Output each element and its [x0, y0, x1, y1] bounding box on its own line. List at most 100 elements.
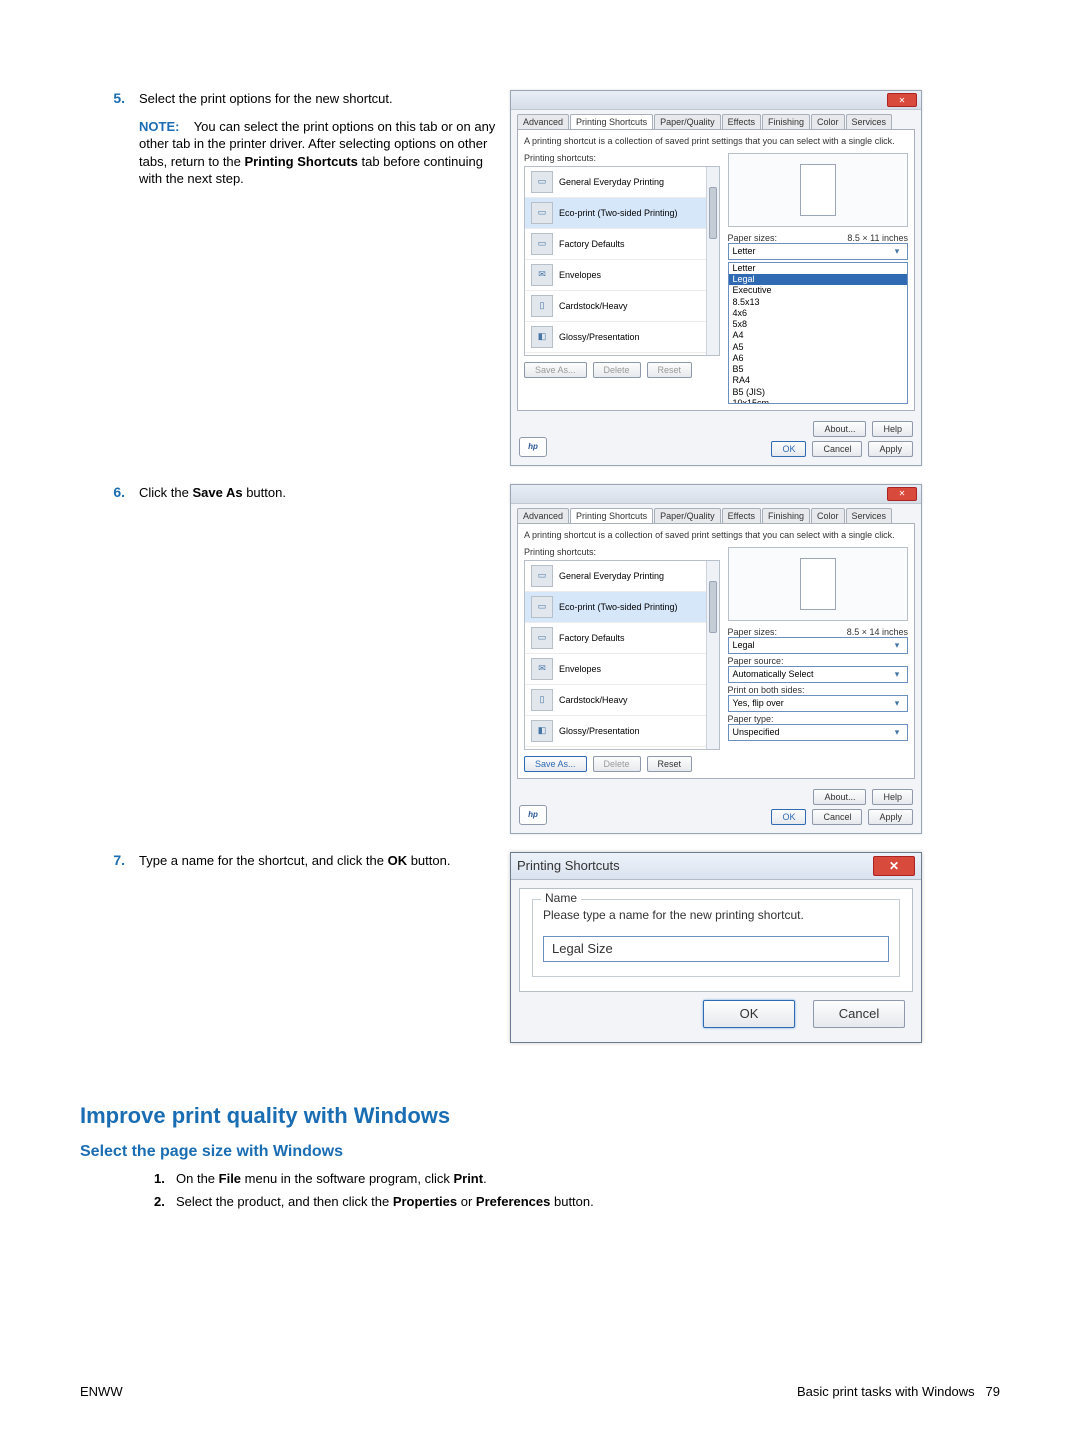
list-item[interactable]: ▭Factory Defaults: [525, 623, 719, 654]
list-item: 2. Select the product, and then click th…: [154, 1194, 1000, 1209]
close-icon[interactable]: ✕: [873, 856, 915, 876]
reset-button[interactable]: Reset: [647, 362, 693, 378]
ok-button[interactable]: OK: [703, 1000, 795, 1028]
dialog-tabs: Advanced Printing Shortcuts Paper/Qualit…: [511, 110, 921, 129]
scrollbar[interactable]: [706, 167, 719, 355]
step-number: 5.: [80, 90, 139, 188]
list-item[interactable]: ✉Envelopes: [525, 260, 719, 291]
tab-printing-shortcuts[interactable]: Printing Shortcuts: [570, 508, 653, 523]
reset-button[interactable]: Reset: [647, 756, 693, 772]
shortcut-list[interactable]: ▭General Everyday Printing ▭Eco-print (T…: [524, 560, 720, 750]
both-sides-combo[interactable]: Yes, flip over▾: [728, 695, 908, 712]
tab-effects[interactable]: Effects: [722, 508, 761, 523]
chevron-down-icon: ▾: [891, 669, 903, 680]
cancel-button[interactable]: Cancel: [813, 1000, 905, 1028]
shortcut-icon: ▯: [531, 295, 553, 317]
paper-source-label: Paper source:: [728, 656, 908, 666]
printer-properties-dialog: ✕ Advanced Printing Shortcuts Paper/Qual…: [510, 484, 922, 834]
paper-source-combo[interactable]: Automatically Select▾: [728, 666, 908, 683]
list-item[interactable]: ▯Cardstock/Heavy: [525, 291, 719, 322]
page-preview: [728, 547, 908, 621]
note-label: NOTE:: [139, 119, 179, 134]
tab-services[interactable]: Services: [846, 508, 893, 523]
save-as-button[interactable]: Save As...: [524, 362, 587, 378]
tab-paper-quality[interactable]: Paper/Quality: [654, 114, 721, 129]
dialog-title: Printing Shortcuts: [517, 858, 620, 873]
paper-type-label: Paper type:: [728, 714, 908, 724]
list-item[interactable]: ▯Cardstock/Heavy: [525, 685, 719, 716]
list-item[interactable]: ◧Glossy/Presentation: [525, 716, 719, 747]
help-button[interactable]: Help: [872, 789, 913, 805]
list-item[interactable]: ▭General Everyday Printing: [525, 167, 719, 198]
shortcut-icon: ▭: [531, 202, 553, 224]
footer-left: ENWW: [80, 1384, 123, 1399]
about-button[interactable]: About...: [813, 789, 866, 805]
shortcut-icon: ◧: [531, 720, 553, 742]
page-footer: ENWW Basic print tasks with Windows 79: [80, 1384, 1000, 1399]
close-icon[interactable]: ✕: [887, 487, 917, 501]
cancel-button[interactable]: Cancel: [812, 441, 862, 457]
help-button[interactable]: Help: [872, 421, 913, 437]
shortcut-list[interactable]: ▭General Everyday Printing ▭Eco-print (T…: [524, 166, 720, 356]
group-legend: Name: [541, 891, 581, 905]
paper-type-combo[interactable]: Unspecified▾: [728, 724, 908, 741]
step-number: 6.: [80, 484, 139, 502]
about-button[interactable]: About...: [813, 421, 866, 437]
subsection-heading: Select the page size with Windows: [80, 1143, 1000, 1161]
list-item: 1. On the File menu in the software prog…: [154, 1171, 1000, 1186]
list-item[interactable]: ▭Factory Defaults: [525, 229, 719, 260]
tab-finishing[interactable]: Finishing: [762, 114, 810, 129]
tab-services[interactable]: Services: [846, 114, 893, 129]
shortcut-icon: ▭: [531, 171, 553, 193]
paper-size-dropdown-open[interactable]: Letter Legal Executive 8.5x13 4x6 5x8 A4…: [728, 262, 908, 404]
tab-color[interactable]: Color: [811, 114, 845, 129]
shortcut-icon: ✉: [531, 264, 553, 286]
paper-size-combo[interactable]: Letter▾: [728, 243, 908, 260]
list-item[interactable]: ▭Eco-print (Two-sided Printing): [525, 592, 719, 623]
apply-button[interactable]: Apply: [868, 441, 913, 457]
shortcut-icon: ▭: [531, 233, 553, 255]
shortcuts-label: Printing shortcuts:: [524, 547, 720, 557]
list-item[interactable]: ◧Glossy/Presentation: [525, 322, 719, 353]
ok-button[interactable]: OK: [771, 809, 806, 825]
tab-color[interactable]: Color: [811, 508, 845, 523]
tab-effects[interactable]: Effects: [722, 114, 761, 129]
step-body: Select the print options for the new sho…: [139, 90, 510, 188]
close-icon[interactable]: ✕: [887, 93, 917, 107]
save-as-button[interactable]: Save As...: [524, 756, 587, 772]
list-item[interactable]: ▭Eco-print (Two-sided Printing): [525, 198, 719, 229]
shortcuts-label: Printing shortcuts:: [524, 153, 720, 163]
shortcut-icon: ▭: [531, 596, 553, 618]
tab-advanced[interactable]: Advanced: [517, 114, 569, 129]
page-preview: [728, 153, 908, 227]
list-item[interactable]: ▭General Everyday Printing: [525, 561, 719, 592]
dialog-titlebar: ✕: [511, 485, 921, 504]
dialog-intro: A printing shortcut is a collection of s…: [524, 136, 908, 147]
step-body: Type a name for the shortcut, and click …: [139, 852, 510, 870]
dialog-intro: A printing shortcut is a collection of s…: [524, 530, 908, 541]
step-number: 7.: [80, 852, 139, 870]
hp-logo: hp: [519, 437, 547, 457]
apply-button[interactable]: Apply: [868, 809, 913, 825]
shortcut-icon: ✉: [531, 658, 553, 680]
paper-sizes-label: Paper sizes: 8.5 × 14 inches: [728, 627, 908, 637]
tab-advanced[interactable]: Advanced: [517, 508, 569, 523]
delete-button[interactable]: Delete: [593, 362, 641, 378]
shortcut-name-input[interactable]: [543, 936, 889, 962]
delete-button[interactable]: Delete: [593, 756, 641, 772]
tab-printing-shortcuts[interactable]: Printing Shortcuts: [570, 114, 653, 129]
dialog-titlebar: Printing Shortcuts ✕: [511, 853, 921, 880]
tab-finishing[interactable]: Finishing: [762, 508, 810, 523]
shortcut-icon: ◧: [531, 326, 553, 348]
dialog-prompt: Please type a name for the new printing …: [543, 908, 889, 922]
tab-paper-quality[interactable]: Paper/Quality: [654, 508, 721, 523]
paper-size-combo[interactable]: Legal▾: [728, 637, 908, 654]
ok-button[interactable]: OK: [771, 441, 806, 457]
both-sides-label: Print on both sides:: [728, 685, 908, 695]
shortcut-icon: ▭: [531, 565, 553, 587]
cancel-button[interactable]: Cancel: [812, 809, 862, 825]
list-item[interactable]: ✉Envelopes: [525, 654, 719, 685]
chevron-down-icon: ▾: [891, 698, 903, 709]
scrollbar[interactable]: [706, 561, 719, 749]
chevron-down-icon: ▾: [891, 640, 903, 651]
